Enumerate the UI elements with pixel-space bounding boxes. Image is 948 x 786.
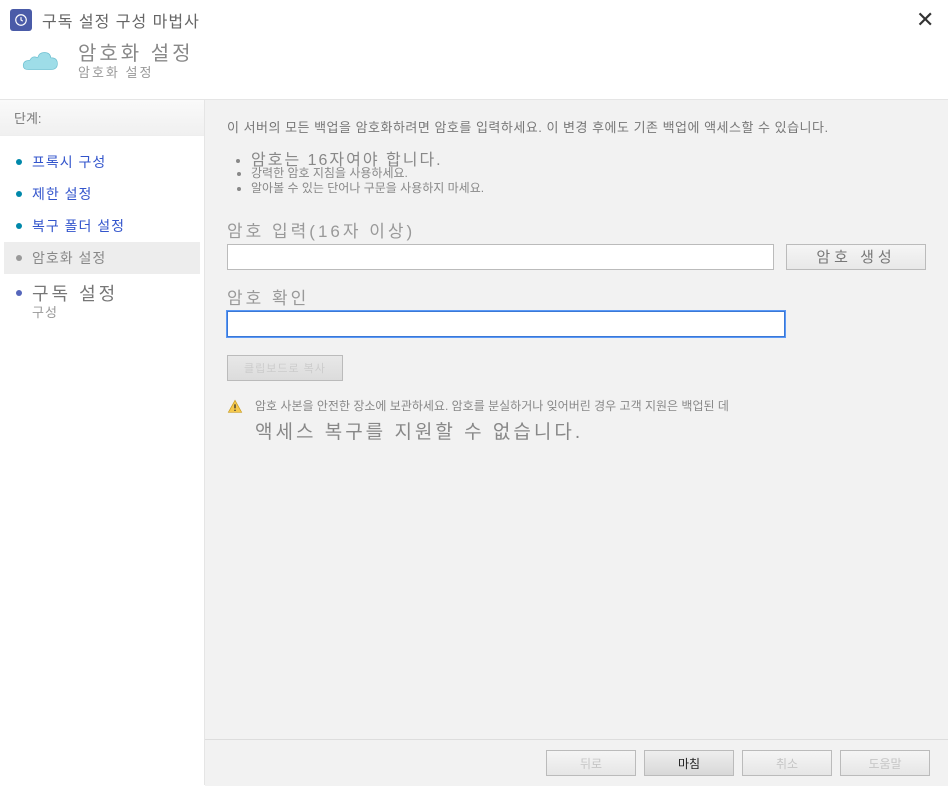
rule-item: 강력한 암호 지침을 사용하세요.	[251, 166, 926, 182]
close-icon[interactable]: ✕	[908, 7, 938, 33]
cloud-icon	[18, 49, 60, 77]
page-subtitle: 암호화 설정	[78, 62, 194, 81]
warning-text-emphasis: 액세스 복구를 지원할 수 없습니다.	[255, 417, 729, 444]
window-title: 구독 설정 구성 마법사	[42, 8, 908, 32]
help-button[interactable]: 도움말	[840, 750, 930, 776]
generate-password-button[interactable]: 암호 생성	[786, 244, 926, 270]
window-titlebar: 구독 설정 구성 마법사 ✕	[0, 0, 948, 40]
password-input[interactable]	[227, 244, 774, 270]
intro-text: 이 서버의 모든 백업을 암호화하려면 암호를 입력하세요. 이 변경 후에도 …	[227, 118, 926, 139]
copy-clipboard-button: 클립보드로 복사	[227, 355, 343, 381]
sidebar-item-label: 프록시 구성	[32, 152, 106, 172]
cancel-button[interactable]: 취소	[742, 750, 832, 776]
sidebar-item-recovery-folder[interactable]: 복구 폴더 설정	[4, 210, 200, 242]
sidebar-item-limit[interactable]: 제한 설정	[4, 178, 200, 210]
sidebar-item-subscription[interactable]: 구독 설정 구성	[4, 274, 200, 327]
confirm-password-input[interactable]	[227, 311, 785, 337]
sidebar-item-sublabel: 구성	[32, 302, 190, 321]
wizard-footer: 뒤로 마침 취소 도움말	[205, 739, 948, 786]
password-rules: 암호는 16자여야 합니다. 강력한 암호 지침을 사용하세요. 알아볼 수 있…	[251, 151, 926, 197]
step-bullet-icon	[16, 223, 22, 229]
step-bullet-icon	[16, 290, 22, 296]
steps-sidebar: 단계: 프록시 구성 제한 설정 복구 폴더 설정 암호화 설정 구독 설정	[0, 100, 205, 785]
warning-block: 암호 사본을 안전한 장소에 보관하세요. 암호를 분실하거나 잊어버린 경우 …	[227, 397, 926, 444]
warning-text: 암호 사본을 안전한 장소에 보관하세요. 암호를 분실하거나 잊어버린 경우 …	[255, 397, 729, 415]
sidebar-item-proxy[interactable]: 프록시 구성	[4, 146, 200, 178]
steps-label: 단계:	[0, 100, 204, 136]
sidebar-item-encryption[interactable]: 암호화 설정	[4, 242, 200, 274]
wizard-header: 암호화 설정 암호화 설정	[0, 40, 948, 99]
page-title: 암호화 설정	[78, 44, 194, 64]
sidebar-item-label: 암호화 설정	[32, 248, 106, 268]
confirm-label: 암호 확인	[227, 284, 926, 309]
sidebar-item-label: 제한 설정	[32, 184, 92, 204]
step-bullet-icon	[16, 159, 22, 165]
password-label: 암호 입력(16자 이상)	[227, 217, 926, 242]
wizard-content: 이 서버의 모든 백업을 암호화하려면 암호를 입력하세요. 이 변경 후에도 …	[205, 100, 948, 785]
step-bullet-icon	[16, 191, 22, 197]
back-button[interactable]: 뒤로	[546, 750, 636, 776]
rule-item: 알아볼 수 있는 단어나 구문을 사용하지 마세요.	[251, 181, 926, 197]
warning-icon	[227, 399, 243, 415]
app-icon	[10, 9, 32, 31]
finish-button[interactable]: 마침	[644, 750, 734, 776]
sidebar-item-label: 복구 폴더 설정	[32, 216, 125, 236]
step-bullet-icon	[16, 255, 22, 261]
